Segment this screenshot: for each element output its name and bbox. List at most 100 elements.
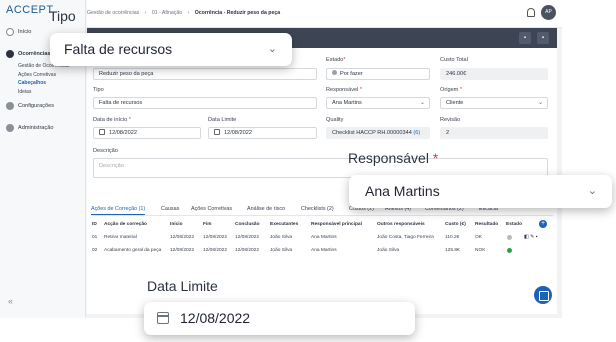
- breadcrumb-separator: ›: [144, 10, 147, 16]
- responsavel-callout[interactable]: Ana Martins ⌄: [349, 175, 612, 208]
- column-header: Conclusão: [235, 222, 260, 227]
- chevron-down-icon: ⌄: [267, 43, 277, 55]
- sidebar-subitem-cabecalhos[interactable]: Cabeçalhos: [18, 79, 84, 88]
- delete-icon[interactable]: ▪: [537, 32, 549, 44]
- tipo-callout[interactable]: Falta de recursos ⌄: [50, 33, 292, 66]
- occurrence-panel: ▪ ▪ Reduzir peso da peça Estado* Por faz…: [87, 28, 557, 314]
- tab-acoes-corretivas[interactable]: Ações Corretivas: [191, 206, 232, 212]
- data-limite-field[interactable]: 12/08/2022: [208, 127, 317, 139]
- column-header: Fim: [203, 222, 212, 227]
- revisao-field: 2: [440, 127, 548, 139]
- column-header: Resultado: [475, 222, 499, 227]
- cell-other-responsible: João Silva: [377, 248, 400, 253]
- sidebar-subitem-acoes-corretivas[interactable]: Ações Corretivas: [18, 71, 84, 80]
- breadcrumb-item[interactable]: Gestão de ocorrências: [87, 10, 139, 16]
- sidebar-item-configuracoes[interactable]: Configurações: [6, 100, 84, 112]
- tipo-callout-caption: Tipo: [49, 8, 76, 24]
- sidebar-subitem-ideias[interactable]: Ideias: [18, 88, 84, 97]
- comment-icon[interactable]: ▪: [519, 32, 531, 44]
- responsavel-label: Responsável *: [326, 87, 363, 93]
- admin-icon: [6, 124, 14, 132]
- cell-main-responsible: Ana Martins: [311, 235, 337, 240]
- cell-action: Acabamento geral da peça: [104, 248, 162, 253]
- origem-label: Origem *: [440, 87, 463, 93]
- top-bar: Gestão de ocorrências › 01 - Afinação › …: [87, 0, 562, 28]
- status-dot-icon: [332, 70, 337, 75]
- row-actions-icon[interactable]: ◧ ✎ ▪: [524, 234, 537, 240]
- calendar-icon: [157, 312, 169, 324]
- app-logo: ACCEPT: [6, 4, 54, 16]
- tab-acoes-de-correcao[interactable]: Ações de Correção (1): [91, 206, 146, 215]
- breadcrumb: Gestão de ocorrências › 01 - Afinação › …: [87, 10, 280, 16]
- sidebar-item-label: Administração: [18, 125, 54, 131]
- cell-result: NOK: [475, 248, 486, 253]
- cell-main-responsible: Ana Martins: [311, 248, 337, 253]
- tipo-label: Tipo: [93, 87, 104, 93]
- responsavel-callout-value: Ana Martins: [365, 183, 440, 199]
- cell-id: 02: [92, 248, 98, 253]
- responsavel-select[interactable]: Ana Martins ⌄: [326, 97, 430, 109]
- data-inicio-field[interactable]: 12/08/2022: [93, 127, 201, 139]
- column-header: ID: [92, 222, 97, 227]
- cell-executants: João Silva: [270, 248, 293, 253]
- data-inicio-label: Data de início *: [93, 117, 131, 123]
- quality-field[interactable]: Checklist HACCP RH.00000344 (6): [326, 127, 430, 139]
- custo-total-label: Custo Total: [440, 57, 468, 63]
- column-header: Responsável principal: [311, 222, 362, 227]
- data-limite-label: Data Limite: [208, 117, 237, 123]
- cell-start: 12/08/2022: [170, 248, 195, 253]
- title-field[interactable]: Reduzir peso da peça: [93, 68, 317, 80]
- bell-icon[interactable]: [527, 8, 535, 17]
- cell-id: 01: [92, 235, 98, 240]
- chevron-down-icon: ⌄: [587, 185, 597, 197]
- sidebar-item-label: Início: [18, 29, 32, 35]
- avatar[interactable]: AP: [541, 5, 556, 20]
- custo-total-field: 246.00€: [440, 68, 548, 80]
- data-limite-callout[interactable]: 12/08/2022: [144, 302, 415, 335]
- gear-icon: [6, 102, 14, 110]
- add-action-button[interactable]: +: [539, 220, 547, 228]
- cell-action: Retirar material: [104, 235, 137, 240]
- cell-other-responsible: João Costa, Tiago Ferreira: [377, 235, 434, 240]
- data-limite-callout-value: 12/08/2022: [180, 310, 251, 326]
- tab-checklists[interactable]: Checklists (2): [301, 206, 334, 212]
- column-header: Outros responsáveis: [377, 222, 425, 227]
- tab-causas[interactable]: Causas: [161, 206, 179, 212]
- cell-cost: 125.8€: [445, 248, 460, 253]
- cell-conclusion: 12/08/2022: [235, 235, 260, 240]
- calendar-icon: [214, 129, 220, 135]
- status-indicator: [507, 235, 512, 240]
- sidebar-item-label: Ocorrências: [18, 51, 51, 57]
- data-limite-callout-caption: Data Limite: [147, 278, 218, 294]
- breadcrumb-separator: ›: [187, 10, 190, 16]
- calendar-icon: [99, 129, 105, 135]
- collapse-sidebar-button[interactable]: «: [8, 296, 13, 306]
- cell-end: 12/08/2022: [203, 248, 228, 253]
- tab-analise-de-risco[interactable]: Análise de risco: [247, 206, 285, 212]
- tipo-callout-value: Falta de recursos: [64, 41, 173, 57]
- column-header: Acção de correção: [104, 222, 147, 227]
- cell-start: 12/08/2022: [170, 235, 195, 240]
- quality-label: Quality: [326, 117, 344, 123]
- breadcrumb-item[interactable]: 01 - Afinação: [152, 10, 182, 16]
- breadcrumb-current: Ocorrência - Reduzir peso da peça: [194, 10, 281, 16]
- save-button[interactable]: [534, 286, 552, 304]
- estado-label: Estado*: [326, 57, 346, 63]
- tipo-select[interactable]: Falta de recursos: [93, 97, 317, 109]
- column-header: Custo (€): [445, 222, 466, 227]
- column-header: Estado: [506, 222, 522, 227]
- column-header: Início: [170, 222, 183, 227]
- estado-select[interactable]: Por fazer: [326, 68, 430, 80]
- alert-icon: [6, 50, 14, 58]
- revisao-label: Revisão: [440, 117, 461, 123]
- info-icon: [6, 28, 14, 36]
- sidebar-submenu: Gestão de Ocorrências Ações Corretivas C…: [6, 62, 84, 96]
- origem-select[interactable]: Cliente ⌄: [440, 97, 548, 109]
- cell-executants: João Silva: [270, 235, 293, 240]
- column-header: Executantes: [270, 222, 299, 227]
- cell-result: OK: [475, 235, 482, 240]
- status-indicator: [507, 248, 512, 253]
- sidebar-item-administracao[interactable]: Administração: [6, 122, 84, 134]
- cell-conclusion: 12/08/2022: [235, 248, 260, 253]
- responsavel-callout-caption: Responsável *: [348, 150, 439, 166]
